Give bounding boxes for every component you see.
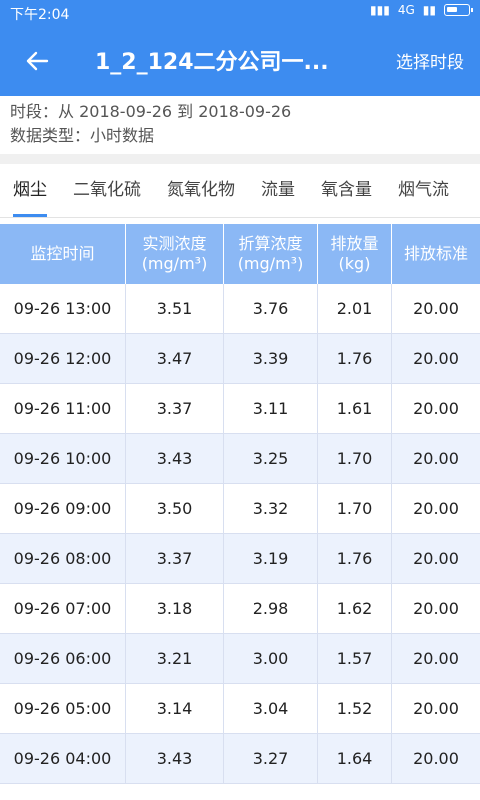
cell-emission: 1.64	[318, 734, 392, 783]
cell-measured: 3.14	[126, 684, 224, 733]
table-row[interactable]: 09-26 09:00 3.50 3.32 1.70 20.00	[0, 484, 480, 534]
header-converted: 折算浓度 (mg/m³)	[224, 224, 318, 284]
table-header: 监控时间 实测浓度 (mg/m³) 折算浓度 (mg/m³) 排放量 (kg) …	[0, 224, 480, 284]
cell-time: 09-26 07:00	[0, 584, 126, 633]
back-button[interactable]	[22, 46, 52, 76]
cell-measured: 3.21	[126, 634, 224, 683]
network-type: 4G	[397, 3, 415, 17]
cell-time: 09-26 10:00	[0, 434, 126, 483]
battery-icon	[444, 4, 473, 16]
status-time: 下午2:04	[10, 7, 70, 23]
cell-time: 09-26 11:00	[0, 384, 126, 433]
cell-converted: 3.39	[224, 334, 318, 383]
tab-so2[interactable]: 二氧化硫	[60, 164, 154, 217]
cell-emission: 1.57	[318, 634, 392, 683]
cell-measured: 3.37	[126, 534, 224, 583]
datatype-text: 数据类型：小时数据	[10, 126, 155, 145]
signal-icon: ▮▮▮	[370, 3, 390, 17]
cell-converted: 3.04	[224, 684, 318, 733]
cell-converted: 3.76	[224, 284, 318, 333]
table-row[interactable]: 09-26 13:00 3.51 3.76 2.01 20.00	[0, 284, 480, 334]
cell-standard: 20.00	[413, 449, 459, 468]
cell-time: 09-26 12:00	[0, 334, 126, 383]
cell-converted: 3.11	[224, 384, 318, 433]
table-row[interactable]: 09-26 08:00 3.37 3.19 1.76 20.00	[0, 534, 480, 584]
cell-emission: 1.62	[318, 584, 392, 633]
header-emission: 排放量 (kg)	[318, 224, 392, 284]
cell-emission: 1.61	[318, 384, 392, 433]
divider	[0, 154, 480, 164]
cell-standard: 20.00	[413, 299, 459, 318]
table-row[interactable]: 09-26 11:00 3.37 3.11 1.61 20.00	[0, 384, 480, 434]
cell-emission: 1.70	[318, 484, 392, 533]
cell-measured: 3.43	[126, 734, 224, 783]
cell-measured: 3.51	[126, 284, 224, 333]
cell-emission: 2.01	[318, 284, 392, 333]
back-arrow-icon	[26, 51, 49, 71]
cell-time: 09-26 04:00	[0, 734, 126, 783]
status-bar: 下午2:04 ▮▮▮ 4G ▮▮	[0, 0, 480, 26]
tab-dust[interactable]: 烟尘	[0, 164, 60, 217]
header-measured: 实测浓度 (mg/m³)	[126, 224, 224, 284]
table-body: 09-26 13:00 3.51 3.76 2.01 20.00 09-26 12:00 3…	[0, 284, 480, 784]
app-bar: 1_2_124二分公司一... 选择时段	[0, 26, 480, 96]
status-icons: ▮▮▮ 4G ▮▮	[370, 3, 473, 17]
query-info: 时段：从 2018-09-26 到 2018-09-26 数据类型：小时数据	[0, 96, 480, 154]
cell-time: 09-26 13:00	[0, 284, 126, 333]
cell-emission: 1.52	[318, 684, 392, 733]
table-row[interactable]: 09-26 10:00 3.43 3.25 1.70 20.00	[0, 434, 480, 484]
cell-standard: 20.00	[413, 549, 459, 568]
cell-measured: 3.18	[126, 584, 224, 633]
cell-emission: 1.76	[318, 334, 392, 383]
tab-flue-gas[interactable]: 烟气流	[385, 164, 462, 217]
cell-standard: 20.00	[413, 749, 459, 768]
tab-oxygen[interactable]: 氧含量	[308, 164, 385, 217]
cell-standard: 20.00	[413, 349, 459, 368]
tab-nox[interactable]: 氮氧化物	[154, 164, 248, 217]
cell-standard: 20.00	[413, 699, 459, 718]
table-row[interactable]: 09-26 12:00 3.47 3.39 1.76 20.00	[0, 334, 480, 384]
period-text: 时段：从 2018-09-26 到 2018-09-26	[10, 102, 292, 121]
tab-flow[interactable]: 流量	[248, 164, 308, 217]
table-row[interactable]: 09-26 05:00 3.14 3.04 1.52 20.00	[0, 684, 480, 734]
cell-converted: 3.27	[224, 734, 318, 783]
cell-measured: 3.43	[126, 434, 224, 483]
page-title: 1_2_124二分公司一...	[95, 50, 329, 75]
cell-standard: 20.00	[413, 499, 459, 518]
cell-converted: 2.98	[224, 584, 318, 633]
select-period-button[interactable]: 选择时段	[396, 48, 464, 73]
pollutant-tabs: 烟尘 二氧化硫 氮氧化物 流量 氧含量 烟气流	[0, 164, 480, 218]
cell-emission: 1.76	[318, 534, 392, 583]
cell-measured: 3.37	[126, 384, 224, 433]
cell-measured: 3.50	[126, 484, 224, 533]
header-time: 监控时间	[0, 224, 126, 284]
table-row[interactable]: 09-26 06:00 3.21 3.00 1.57 20.00	[0, 634, 480, 684]
cell-converted: 3.32	[224, 484, 318, 533]
cell-emission: 1.70	[318, 434, 392, 483]
cell-converted: 3.19	[224, 534, 318, 583]
table-row[interactable]: 09-26 04:00 3.43 3.27 1.64 20.00	[0, 734, 480, 784]
header-standard: 排放标准	[403, 244, 468, 263]
cell-time: 09-26 09:00	[0, 484, 126, 533]
data-table: 监控时间 实测浓度 (mg/m³) 折算浓度 (mg/m³) 排放量 (kg) …	[0, 224, 480, 784]
cell-standard: 20.00	[413, 399, 459, 418]
cell-converted: 3.00	[224, 634, 318, 683]
cell-standard: 20.00	[413, 599, 459, 618]
cell-measured: 3.47	[126, 334, 224, 383]
wifi-icon: ▮▮	[422, 3, 436, 17]
cell-time: 09-26 08:00	[0, 534, 126, 583]
table-row[interactable]: 09-26 07:00 3.18 2.98 1.62 20.00	[0, 584, 480, 634]
cell-time: 09-26 05:00	[0, 684, 126, 733]
cell-standard: 20.00	[413, 649, 459, 668]
cell-converted: 3.25	[224, 434, 318, 483]
cell-time: 09-26 06:00	[0, 634, 126, 683]
